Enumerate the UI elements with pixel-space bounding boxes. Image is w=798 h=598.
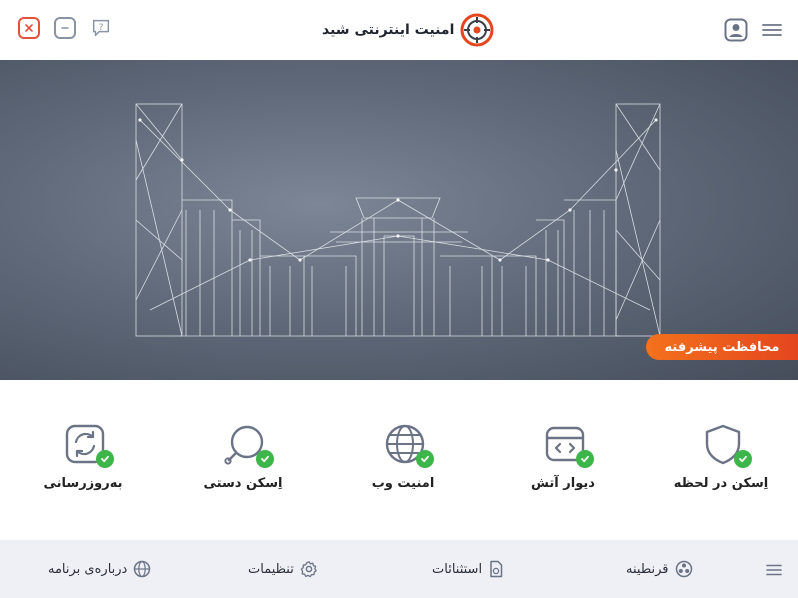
feature-update[interactable]: به‌روزرسانی bbox=[8, 422, 158, 522]
feature-realtime-scan[interactable]: اِسکن در لحظه bbox=[646, 422, 796, 522]
file-exception-icon bbox=[490, 560, 503, 578]
nav-label: درباره‌ی برنامه bbox=[48, 561, 128, 577]
check-icon bbox=[734, 450, 752, 468]
feature-label: امنیت وب bbox=[371, 476, 435, 491]
biohazard-icon bbox=[675, 560, 692, 578]
hamburger-menu-icon[interactable] bbox=[762, 22, 782, 38]
check-icon bbox=[416, 450, 434, 468]
nav-label: قرنطینه bbox=[626, 561, 669, 577]
feature-manual-scan[interactable]: اِسکن دستی bbox=[168, 422, 318, 522]
gear-icon bbox=[300, 561, 317, 578]
feature-firewall[interactable]: دیوار آتش bbox=[488, 422, 638, 522]
nav-quarantine[interactable]: قرنطینه bbox=[626, 558, 693, 580]
nav-label: استثنائات bbox=[432, 561, 483, 577]
close-icon bbox=[25, 24, 33, 32]
persepolis-wireframe-illustration bbox=[135, 103, 661, 337]
help-icon: ? bbox=[92, 19, 110, 37]
feature-web-security[interactable]: امنیت وب bbox=[328, 422, 478, 522]
svg-text:?: ? bbox=[99, 22, 104, 33]
check-icon bbox=[576, 450, 594, 468]
app-brand: امنیت اینترنتی شید bbox=[322, 12, 494, 48]
feature-label: به‌روزرسانی bbox=[43, 476, 123, 491]
globe-icon bbox=[134, 560, 151, 578]
nav-about[interactable]: درباره‌ی برنامه bbox=[48, 558, 151, 580]
check-icon bbox=[96, 450, 114, 468]
feature-label: اِسکن دستی bbox=[203, 476, 283, 491]
bottom-navigation: قرنطینه استثنائات تنظیمات درباره‌ی برنام… bbox=[0, 540, 798, 598]
feature-row: اِسکن در لحظه دیوار آتش امنیت وب اِسکن د… bbox=[0, 380, 798, 540]
hero-banner: محافظت پیشرفته bbox=[0, 60, 798, 380]
advanced-protection-badge: محافظت پیشرفته bbox=[646, 334, 798, 360]
minimize-icon bbox=[61, 27, 69, 29]
title-bar: ? امنیت اینترنتی شید bbox=[0, 0, 798, 60]
target-logo-icon bbox=[460, 13, 494, 47]
user-account-icon[interactable] bbox=[724, 18, 748, 42]
app-title: امنیت اینترنتی شید bbox=[322, 22, 455, 38]
help-button[interactable]: ? bbox=[90, 17, 112, 39]
feature-label: اِسکن در لحظه bbox=[673, 476, 769, 491]
check-icon bbox=[256, 450, 274, 468]
nav-exceptions[interactable]: استثنائات bbox=[432, 558, 504, 580]
feature-label: دیوار آتش bbox=[531, 476, 595, 491]
nav-settings[interactable]: تنظیمات bbox=[248, 558, 318, 580]
minimize-button[interactable] bbox=[54, 17, 76, 39]
hamburger-menu-icon[interactable] bbox=[766, 564, 782, 576]
close-button[interactable] bbox=[18, 17, 40, 39]
nav-label: تنظیمات bbox=[248, 561, 294, 577]
